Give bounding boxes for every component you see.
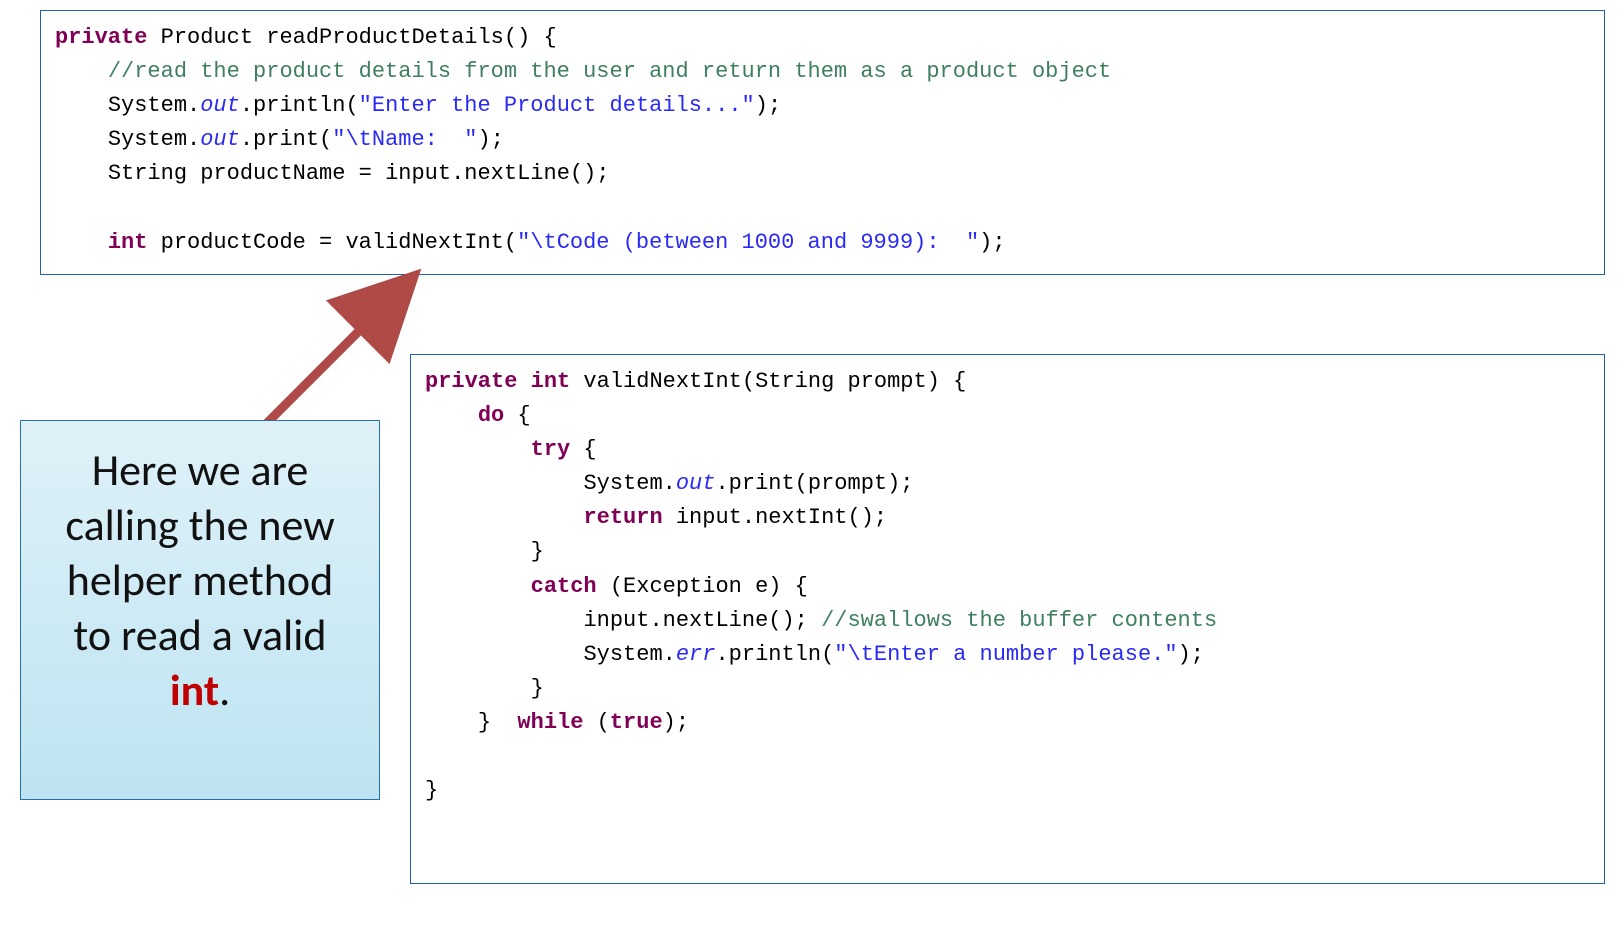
type-product: Product <box>161 25 253 50</box>
code-text: .print(prompt); <box>715 471 913 496</box>
code-text: productName = input.nextLine(); <box>187 161 609 186</box>
code-text: ); <box>979 230 1005 255</box>
type-string: String <box>108 161 187 186</box>
static-field-out: out <box>676 471 716 496</box>
code-text: } <box>531 676 544 701</box>
string-literal: "Enter the Product details..." <box>359 93 755 118</box>
callout-accent-word: int <box>170 663 219 717</box>
keyword-int: int <box>108 230 148 255</box>
code-text: { <box>570 437 596 462</box>
code-text: ( <box>583 710 609 735</box>
method-name: readProductDetails <box>266 25 504 50</box>
code-block-validnextint: private int validNextInt(String prompt) … <box>410 354 1605 884</box>
keyword-int: int <box>531 369 571 394</box>
comment-line: //swallows the buffer contents <box>821 608 1217 633</box>
code-text: System. <box>583 642 675 667</box>
code-text: input.nextLine(); <box>583 608 821 633</box>
keyword-true: true <box>610 710 663 735</box>
code-text: productCode = validNextInt( <box>147 230 517 255</box>
keyword-return: return <box>583 505 662 530</box>
static-field-out: out <box>200 127 240 152</box>
code-text: .println( <box>240 93 359 118</box>
static-field-err: err <box>676 642 716 667</box>
callout-line: Here we are <box>35 443 365 498</box>
keyword-private: private <box>425 369 517 394</box>
code-text: .print( <box>240 127 332 152</box>
callout-line: to read a valid <box>35 608 365 663</box>
code-block-readproductdetails: private Product readProductDetails() { /… <box>40 10 1605 275</box>
code-text: System. <box>108 127 200 152</box>
string-literal: "\tCode (between 1000 and 9999): " <box>517 230 979 255</box>
callout-line: int. <box>35 663 365 718</box>
code-text: ); <box>663 710 689 735</box>
callout-text: . <box>219 663 230 717</box>
callout-box: Here we are calling the new helper metho… <box>20 420 380 800</box>
static-field-out: out <box>200 93 240 118</box>
callout-line: calling the new <box>35 498 365 553</box>
code-text: ); <box>755 93 781 118</box>
keyword-private: private <box>55 25 147 50</box>
code-text: (Exception e) { <box>597 574 808 599</box>
method-signature: validNextInt(String prompt) { <box>570 369 966 394</box>
string-literal: "\tName: " <box>332 127 477 152</box>
callout-line: helper method <box>35 553 365 608</box>
code-text: } <box>425 778 438 803</box>
code-text: .println( <box>715 642 834 667</box>
code-text: System. <box>108 93 200 118</box>
keyword-catch: catch <box>531 574 597 599</box>
code-text: ); <box>1178 642 1204 667</box>
code-text: { <box>504 403 530 428</box>
code-text: () { <box>504 25 557 50</box>
code-text: input.nextInt(); <box>663 505 887 530</box>
keyword-try: try <box>531 437 571 462</box>
code-text: } <box>478 710 491 735</box>
comment-line: //read the product details from the user… <box>108 59 1111 84</box>
code-text: } <box>531 539 544 564</box>
keyword-do: do <box>478 403 504 428</box>
string-literal: "\tEnter a number please." <box>834 642 1177 667</box>
keyword-while: while <box>517 710 583 735</box>
code-text: System. <box>583 471 675 496</box>
code-text: ); <box>478 127 504 152</box>
